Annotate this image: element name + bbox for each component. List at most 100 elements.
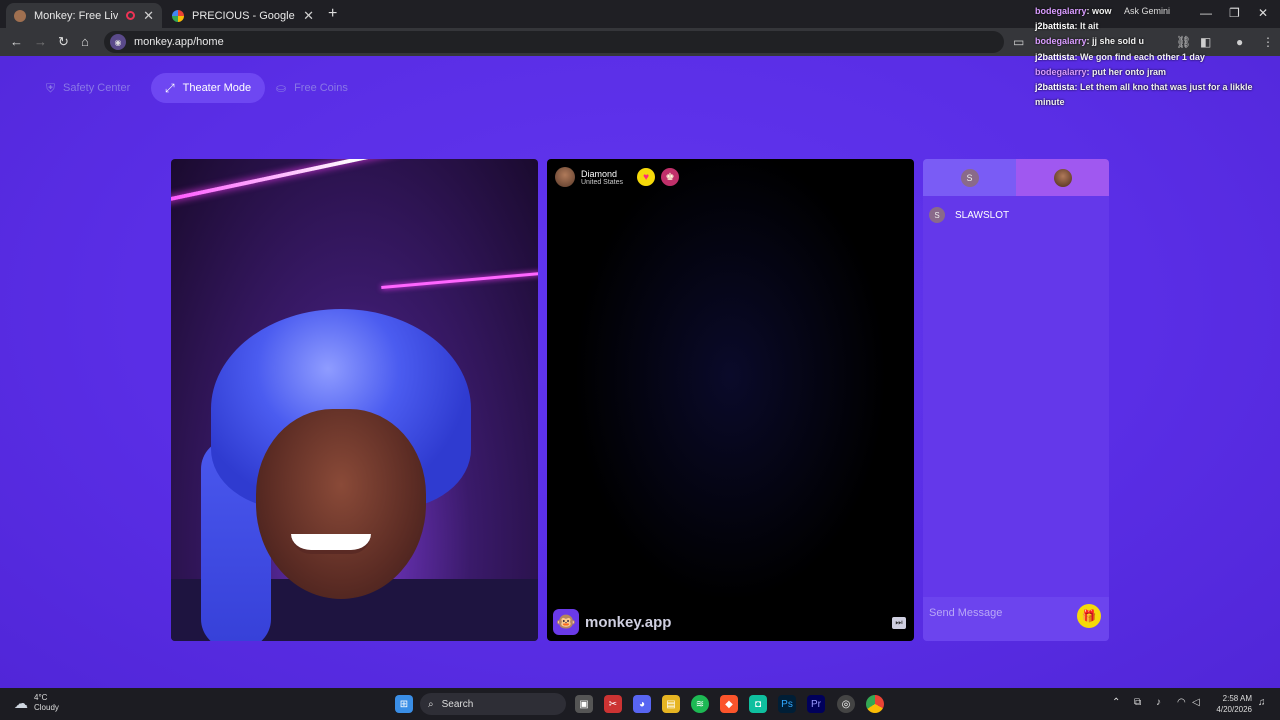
chat-line: j2battista: It ait (1035, 21, 1099, 32)
tray-app-icon[interactable]: ⧉ (1134, 697, 1141, 708)
shield-icon: ⛨ (46, 80, 56, 95)
new-tab-button[interactable]: + (328, 5, 337, 23)
weather-widget[interactable]: ☁ 4°C Cloudy (14, 693, 59, 713)
chat-msg: jj she sold u (1092, 36, 1145, 47)
forward-icon[interactable]: → (34, 34, 47, 49)
site-info-icon[interactable]: ◉ (110, 34, 126, 50)
peer-camera-view: Diamond United States ♥ ♚ 🐵 monkey.app ⏭ (547, 159, 914, 641)
peer-avatar (555, 167, 575, 187)
windows-taskbar: ☁ 4°C Cloudy ⊞ ⌕ Search ▣ ✂ ◕ ▤ ≋ ◆ ◘ Ps… (0, 688, 1280, 720)
chat-line: j2battista: Let them all kno that was ju… (1035, 82, 1253, 108)
smile (291, 534, 371, 554)
peer-avatar (1053, 168, 1072, 187)
safety-center-label: Safety Center (63, 82, 131, 94)
recording-icon (126, 11, 136, 20)
volume-icon[interactable]: ◁ (1192, 697, 1200, 708)
username: SLAWSLOT (955, 209, 1010, 221)
brave-icon[interactable]: ◆ (720, 695, 738, 713)
cast-icon[interactable]: ▭ (1013, 35, 1024, 49)
notification-icon[interactable]: ♫ (1258, 697, 1266, 708)
peer-info[interactable]: Diamond United States ♥ ♚ (555, 167, 680, 187)
self-avatar: S (960, 168, 979, 187)
premiere-icon[interactable]: Pr (807, 695, 825, 713)
peer-country: United States (581, 178, 624, 186)
chat-user: bodegalarry (1035, 6, 1087, 16)
google-favicon-icon (172, 9, 184, 22)
weather-condition: Cloudy (34, 703, 59, 712)
monkey-brand: 🐵 monkey.app (553, 609, 671, 635)
file-explorer-icon[interactable]: ▤ (662, 695, 680, 713)
tab-google[interactable]: PRECIOUS - Google Search ✕ (164, 3, 322, 28)
close-tab-icon[interactable]: ✕ (143, 8, 154, 24)
chat-user: j2battista (1035, 82, 1075, 93)
chat-msg: It ait (1080, 21, 1099, 32)
tab-title: Monkey: Free Live Video Ch (34, 9, 119, 22)
face (256, 409, 426, 599)
chat-user-row: S SLAWSLOT (929, 205, 1009, 225)
start-icon[interactable]: ⊞ (395, 695, 413, 713)
reload-icon[interactable]: ↻ (58, 34, 69, 50)
message-box: 🎁 (923, 597, 1109, 641)
safety-center-button[interactable]: ⛨ Safety Center (32, 73, 144, 103)
obs-icon[interactable]: ◎ (837, 695, 855, 713)
wifi-icon[interactable]: ◠ (1177, 697, 1186, 708)
theater-mode-label: Theater Mode (182, 82, 252, 94)
close-tab-icon[interactable]: ✕ (303, 8, 314, 24)
discord-icon[interactable]: ◕ (633, 695, 651, 713)
tray-expand-icon[interactable]: ⌃ (1112, 697, 1120, 708)
photoshop-icon[interactable]: Ps (778, 695, 796, 713)
snipping-icon[interactable]: ✂ (604, 695, 622, 713)
home-icon[interactable]: ⌂ (81, 34, 89, 49)
heart-badge-icon[interactable]: ♥ (637, 168, 656, 186)
search-icon: ⌕ (428, 698, 434, 710)
spotify-icon[interactable]: ≋ (691, 695, 709, 713)
theater-mode-button[interactable]: ⤢ Theater Mode (151, 73, 266, 103)
chat-user: bodegalarry (1035, 36, 1087, 47)
chat-msg: We gon find each other 1 day (1080, 51, 1205, 62)
taskbar-search[interactable]: ⌕ Search (420, 693, 566, 715)
led-light-strip (171, 159, 538, 203)
gift-badge-icon[interactable]: ♚ (661, 168, 680, 186)
mic-icon[interactable]: ♪ (1156, 697, 1161, 708)
tab-monkey[interactable]: Monkey: Free Live Video Ch ✕ (6, 3, 162, 28)
chat-tabs: S (923, 159, 1109, 196)
monkey-favicon-icon (14, 9, 26, 22)
temperature: 4°C (34, 693, 48, 702)
user-avatar: S (929, 207, 945, 223)
coins-icon: ⛀ (276, 81, 287, 95)
time: 2:58 AM (1222, 694, 1252, 703)
stream-chat-overlay: bodegalarry: wow j2battista: It ait bode… (1035, 4, 1280, 110)
self-camera-view (171, 159, 538, 641)
monkey-logo-icon: 🐵 (553, 609, 579, 635)
send-message-input[interactable] (929, 605, 1069, 621)
url-field[interactable]: ◉ monkey.app/home (104, 31, 1004, 53)
chat-user: bodegalarry (1035, 66, 1087, 77)
app-icon[interactable]: ◘ (749, 695, 767, 713)
clock[interactable]: 2:58 AM 4/20/2026 (1210, 693, 1252, 715)
brand-wordmark: monkey.app (585, 613, 672, 631)
gift-icon[interactable]: 🎁 (1077, 604, 1101, 628)
search-label: Search (441, 698, 474, 710)
tab-peer[interactable] (1016, 159, 1109, 196)
monkey-page: ⛨ Safety Center ⤢ Theater Mode ⛀ Free Co… (0, 56, 1280, 688)
chat-line: bodegalarry: jj she sold u (1035, 36, 1145, 47)
cloud-icon: ☁ (14, 695, 28, 711)
peer-name: Diamond (581, 168, 618, 179)
task-view-icon[interactable]: ▣ (575, 695, 593, 713)
expand-icon: ⤢ (165, 80, 175, 95)
back-icon[interactable]: ← (10, 34, 23, 49)
date: 4/20/2026 (1216, 705, 1252, 714)
chat-msg: wow (1092, 6, 1112, 16)
chat-line: bodegalarry: wow (1035, 6, 1112, 16)
chat-msg: put her onto jram (1092, 66, 1167, 77)
chat-user: j2battista (1035, 51, 1075, 62)
chat-line: j2battista: We gon find each other 1 day (1035, 51, 1205, 62)
tab-self[interactable]: S (923, 159, 1016, 196)
led-light-strip (381, 272, 538, 289)
chrome-icon[interactable] (866, 695, 884, 713)
skip-icon[interactable]: ⏭ (892, 617, 906, 629)
chat-user: j2battista (1035, 21, 1075, 32)
url-text: monkey.app/home (134, 36, 224, 48)
chat-line: bodegalarry: put her onto jram (1035, 66, 1167, 77)
free-coins-button[interactable]: ⛀ Free Coins (262, 73, 362, 103)
